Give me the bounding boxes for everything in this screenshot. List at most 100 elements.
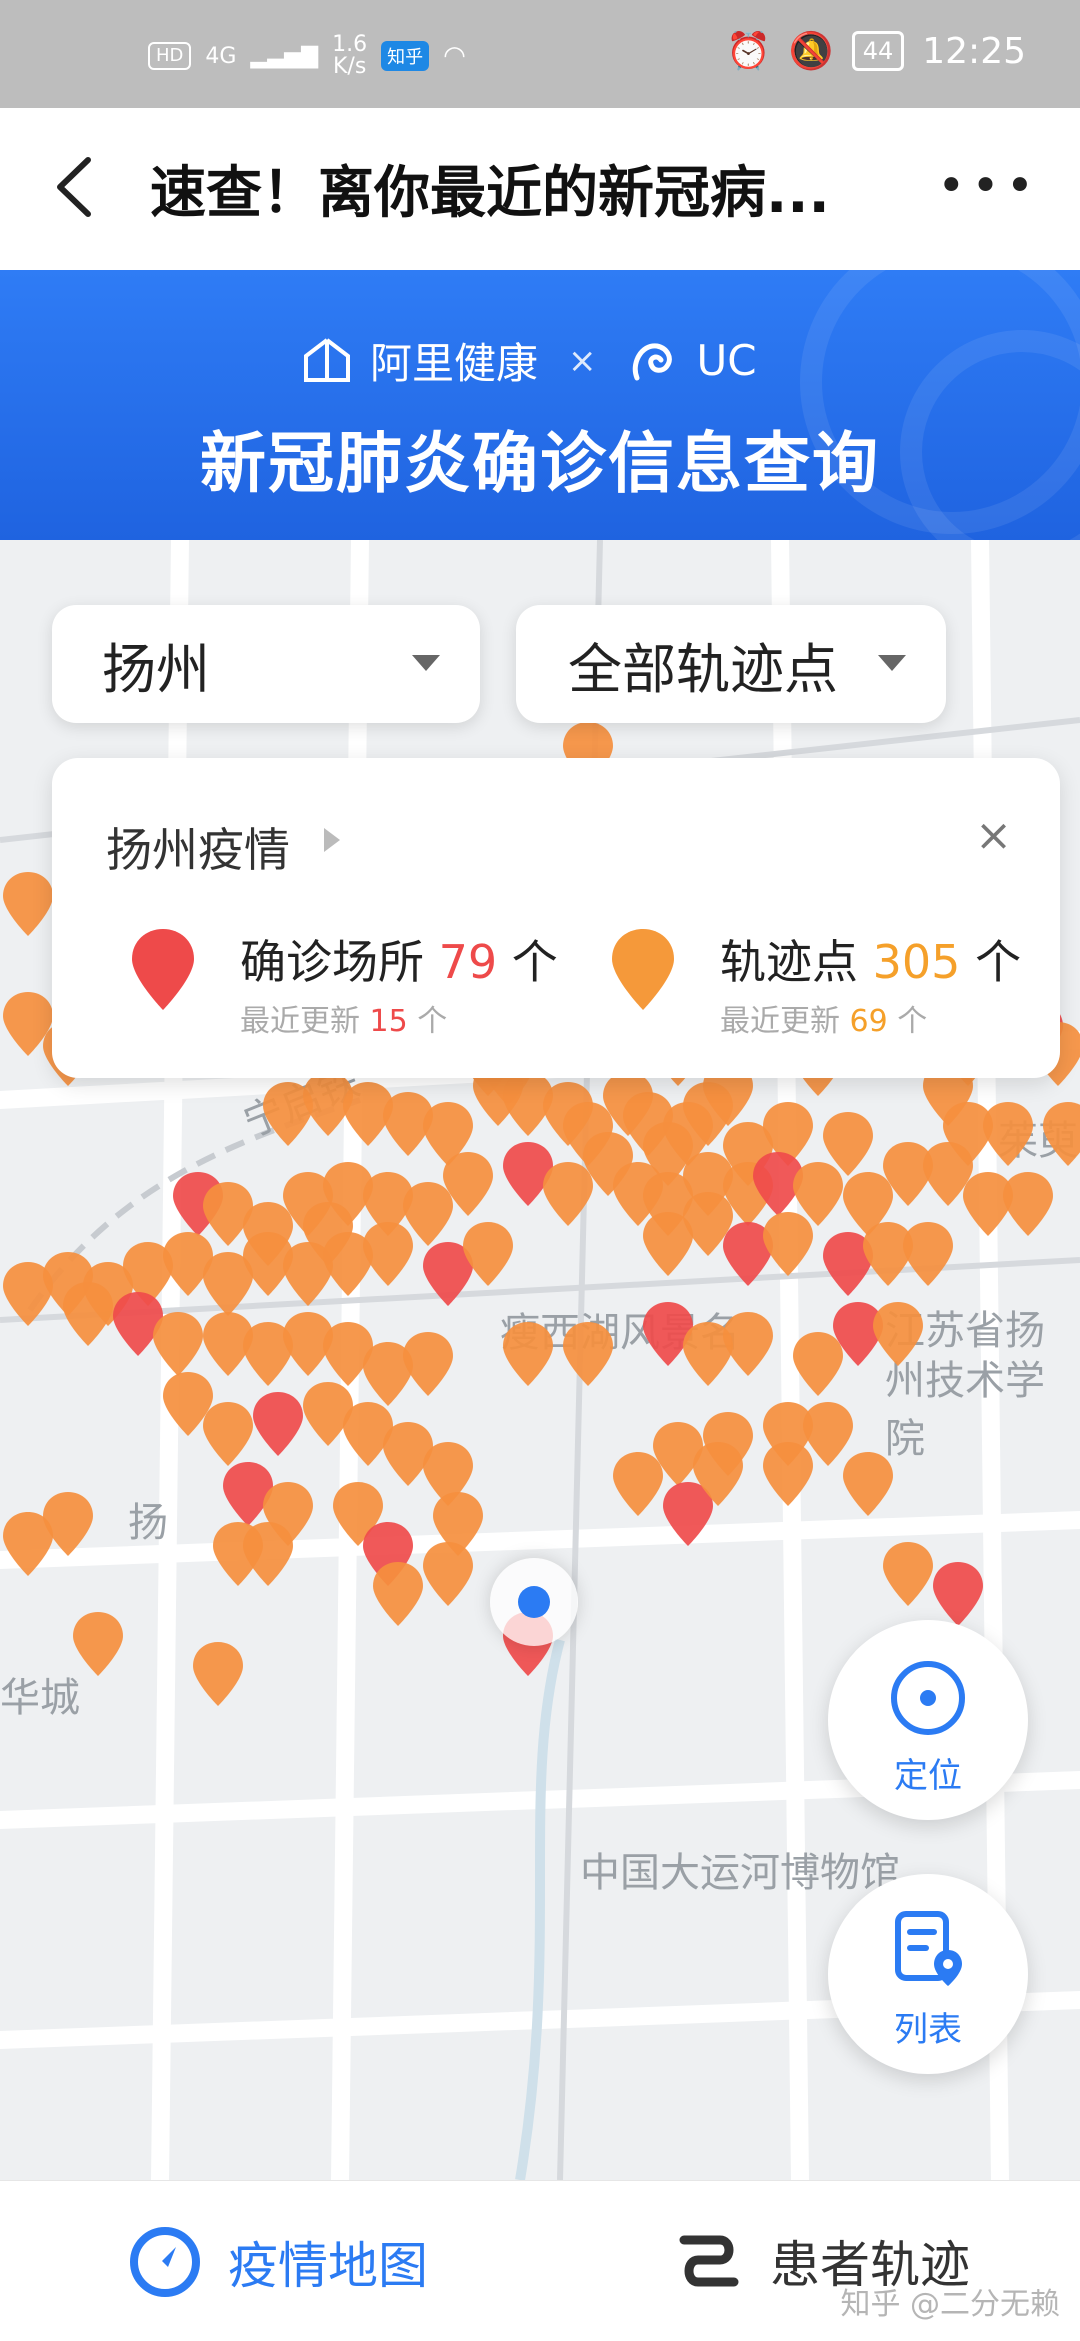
trace-point-marker[interactable] — [1000, 1170, 1056, 1238]
trace-point-marker[interactable] — [840, 1450, 896, 1518]
confirmed-label-line: 确诊场所 79 个 — [240, 926, 558, 992]
trace-point-marker[interactable] — [460, 1220, 516, 1288]
more-menu-button[interactable]: ••• — [937, 158, 1040, 214]
trace-recent-count: 69 — [849, 1004, 888, 1039]
trace-point-marker[interactable] — [150, 1310, 206, 1378]
trace-point-marker[interactable] — [200, 1400, 256, 1468]
locate-label: 定位 — [894, 1756, 962, 1796]
trace-label: 轨迹点 — [720, 935, 858, 989]
epidemic-summary-card: 扬州疫情 × 确诊场所 79 个 最近更新 15 个 轨迹点 305 个 最近更… — [52, 758, 1060, 1078]
back-button[interactable] — [48, 152, 108, 222]
trace-point-marker[interactable] — [1040, 1100, 1080, 1168]
map-label: 华城 — [0, 1675, 80, 1721]
signal-icon: ▂▃▅▇ — [250, 43, 319, 69]
confirmed-unit: 个 — [511, 935, 558, 989]
confirmed-label: 确诊场所 — [240, 935, 424, 989]
back-arrow-icon — [57, 157, 91, 217]
confirmed-recent-label: 最近更新 — [240, 1004, 360, 1039]
trace-filter-select[interactable]: 全部轨迹点 — [516, 605, 946, 723]
wifi-icon: ◠ — [443, 41, 466, 71]
trace-recent-unit: 个 — [897, 1004, 928, 1039]
bottom-nav: 疫情地图 患者轨迹 知乎 @二分无赖 — [0, 2180, 1080, 2341]
map-label: 扬 — [128, 1500, 168, 1546]
uc-squirrel-logo-icon — [632, 342, 672, 380]
trace-point-marker[interactable] — [690, 1440, 746, 1508]
trace-point-marker[interactable] — [610, 1450, 666, 1518]
status-left: HD 4G ▂▃▅▇ 1.6 K/s 知乎 ◠ — [148, 34, 466, 78]
hd-badge: HD — [148, 42, 192, 70]
trace-point-marker[interactable] — [240, 1520, 296, 1588]
route-icon — [679, 2235, 739, 2287]
brand-row: 阿里健康 × UC — [300, 330, 757, 391]
trace-point-marker[interactable] — [370, 1560, 426, 1628]
locate-button[interactable]: 定位 — [828, 1620, 1028, 1820]
trace-point-marker[interactable] — [880, 1540, 936, 1608]
city-select-value: 扬州 — [102, 637, 210, 701]
confirmed-place-marker[interactable] — [250, 1390, 306, 1458]
tab-epidemic-map[interactable]: 疫情地图 — [128, 2225, 428, 2299]
trace-point-marker[interactable] — [560, 1320, 616, 1388]
trace-point-marker[interactable] — [980, 1100, 1036, 1168]
chevron-down-icon — [412, 655, 440, 671]
trace-label-line: 轨迹点 305 个 — [720, 926, 1021, 992]
close-button[interactable]: × — [975, 810, 1012, 861]
chevron-right-icon[interactable] — [324, 828, 340, 852]
list-button[interactable]: 列表 — [828, 1874, 1028, 2074]
trace-point-marker[interactable] — [760, 1440, 816, 1508]
status-bar: HD 4G ▂▃▅▇ 1.6 K/s 知乎 ◠ ⏰ 🔕 44 12:25 — [0, 0, 1080, 108]
list-label: 列表 — [894, 2010, 962, 2050]
trace-point-marker[interactable] — [0, 870, 56, 938]
confirmed-recent-unit: 个 — [417, 1004, 448, 1039]
list-document-icon — [895, 1911, 962, 1986]
trace-point-marker[interactable] — [420, 1540, 476, 1608]
city-select[interactable]: 扬州 — [52, 605, 480, 723]
speed-unit: K/s — [332, 54, 367, 79]
alihealth-logo-icon — [304, 337, 350, 382]
map-label: 中国大运河博物馆 — [580, 1850, 900, 1896]
zhihu-app-icon: 知乎 — [381, 41, 430, 71]
page-title: 速查！离你最近的新冠病... — [150, 161, 830, 226]
trace-point-marker[interactable] — [440, 1150, 496, 1218]
trace-point-marker[interactable] — [870, 1300, 926, 1368]
banner-headline: 新冠肺炎确诊信息查询 — [200, 425, 880, 502]
trace-point-marker[interactable] — [190, 1640, 246, 1708]
trace-filter-value: 全部轨迹点 — [568, 637, 838, 701]
title-bar: 速查！离你最近的新冠病... ••• — [0, 108, 1080, 270]
confirmed-recent: 最近更新 15 个 — [240, 996, 447, 1040]
battery-icon: 44 — [851, 31, 905, 71]
brand-alihealth: 阿里健康 — [370, 339, 539, 388]
network-4g: 4G — [205, 43, 237, 69]
trace-count: 305 — [872, 935, 961, 989]
compass-icon — [130, 2227, 200, 2297]
brand-separator: × — [568, 340, 597, 381]
trace-unit: 个 — [975, 935, 1022, 989]
speed-value: 1.6 — [332, 32, 368, 57]
confirmed-recent-count: 15 — [369, 1004, 408, 1039]
brand-uc: UC — [696, 336, 757, 385]
status-right: ⏰ 🔕 44 12:25 — [726, 30, 1026, 73]
summary-city-label[interactable]: 扬州疫情 — [106, 814, 290, 880]
trace-point-marker[interactable] — [70, 1610, 126, 1678]
banner: 阿里健康 × UC 新冠肺炎确诊信息查询 — [0, 270, 1080, 540]
trace-recent-label: 最近更新 — [720, 1004, 840, 1039]
trace-point-marker[interactable] — [360, 1220, 416, 1288]
clock: 12:25 — [922, 30, 1026, 72]
trace-point-marker[interactable] — [40, 1490, 96, 1558]
current-location-marker — [490, 1558, 578, 1646]
orange-pin-icon — [612, 929, 674, 1010]
trace-point-marker[interactable] — [500, 1320, 556, 1388]
trace-point-marker[interactable] — [400, 1330, 456, 1398]
tab-epidemic-map-label: 疫情地图 — [228, 2237, 428, 2295]
trace-recent: 最近更新 69 个 — [720, 996, 927, 1040]
watermark: 知乎 @二分无赖 — [840, 2287, 1060, 2322]
trace-point-marker[interactable] — [60, 1280, 116, 1348]
confirmed-place-marker[interactable] — [930, 1560, 986, 1628]
alarm-icon: ⏰ — [726, 31, 771, 72]
chevron-down-icon — [878, 655, 906, 671]
speed-readout: 1.6 K/s — [332, 34, 367, 78]
red-pin-icon — [132, 929, 194, 1010]
trace-point-marker[interactable] — [720, 1310, 776, 1378]
trace-point-marker[interactable] — [0, 990, 56, 1058]
trace-point-marker[interactable] — [900, 1220, 956, 1288]
trace-point-marker[interactable] — [760, 1210, 816, 1278]
